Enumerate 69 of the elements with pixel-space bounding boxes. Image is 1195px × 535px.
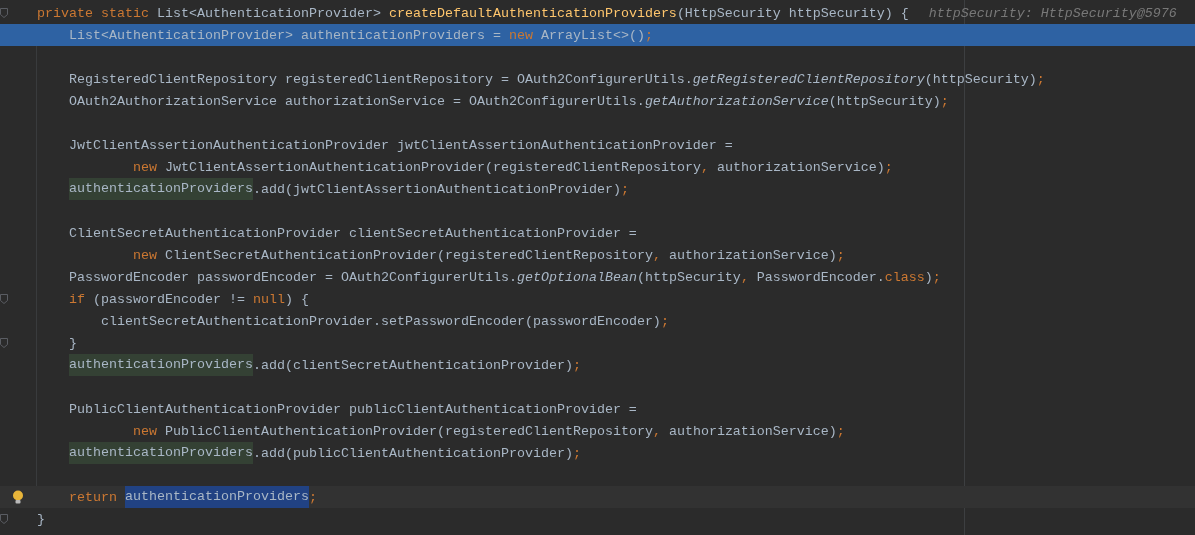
fold-icon[interactable] [0, 338, 8, 348]
code-text: OAuth2AuthorizationService authorizationService = OAuth2ConfigurerUtils. [69, 93, 645, 109]
code-text: } [69, 335, 77, 351]
punctuation: , [740, 269, 749, 285]
keyword-text: new [508, 27, 533, 43]
code-text: JwtClientAssertionAuthenticationProvider(registeredClientRepository [164, 159, 701, 175]
code-text: authorizationService) [715, 159, 885, 175]
code-text: (httpSecurity [636, 269, 741, 285]
lightbulb-icon[interactable] [12, 489, 24, 505]
code-text: authorizationService) [667, 423, 837, 439]
code-text: (httpSecurity) [924, 71, 1037, 87]
punctuation: ; [572, 357, 581, 373]
code-text: ) [924, 269, 933, 285]
selected-text: authenticationProviders [125, 486, 309, 508]
code-text: ArrayList<>() [539, 27, 645, 43]
keyword-text: new [133, 423, 157, 439]
punctuation: ; [1036, 71, 1045, 87]
usage-highlight: authenticationProviders [69, 178, 253, 200]
method-call: getRegisteredClientRepository [692, 71, 925, 87]
code-text: } [37, 511, 45, 527]
usage-highlight: authenticationProviders [69, 354, 253, 376]
code-editor[interactable] [0, 0, 1195, 535]
keyword-text: return [69, 489, 117, 505]
keyword-text: new [133, 159, 157, 175]
punctuation: ; [884, 159, 893, 175]
fold-icon[interactable] [0, 8, 8, 18]
code-text: .add(publicClientAuthenticationProvider) [252, 445, 573, 461]
punctuation: , [700, 159, 709, 175]
code-text: ) { [284, 291, 309, 307]
code-text: ClientSecretAuthenticationProvider clientSecretAuthenticationProvider = [69, 225, 637, 241]
punctuation: ; [836, 247, 845, 263]
code-text: PublicClientAuthenticationProvider publicClientAuthenticationProvider = [69, 401, 637, 417]
usage-highlight: authenticationProviders [69, 442, 253, 464]
code-text: .add(clientSecretAuthenticationProvider) [252, 357, 573, 373]
code-text: (HttpSecurity httpSecurity) { [676, 5, 909, 21]
punctuation: ; [308, 489, 317, 505]
punctuation: ; [932, 269, 941, 285]
punctuation: ; [620, 181, 629, 197]
punctuation: , [652, 423, 661, 439]
keyword-text: if [69, 291, 85, 307]
keyword-text: class [884, 269, 925, 285]
code-text: PasswordEncoder. [755, 269, 885, 285]
code-text: List<AuthenticationProvider> authenticationProviders = [69, 27, 502, 43]
code-text: ClientSecretAuthenticationProvider(registeredClientRepository [164, 247, 653, 263]
fold-icon[interactable] [0, 294, 8, 304]
punctuation: ; [940, 93, 949, 109]
keyword-text: private static [37, 5, 150, 21]
method-name: createDefaultAuthenticationProviders [388, 5, 677, 21]
keyword-text: null [252, 291, 285, 307]
method-call: getOptionalBean [516, 269, 637, 285]
punctuation: , [652, 247, 661, 263]
code-text: List<AuthenticationProvider> [157, 5, 382, 21]
code-text: clientSecretAuthenticationProvider.setPasswordEncoder(passwordEncoder) [101, 313, 661, 329]
code-text: PublicClientAuthenticationProvider(registeredClientRepository [164, 423, 653, 439]
code-text: (passwordEncoder != [92, 291, 246, 307]
code-text: authorizationService) [667, 247, 837, 263]
code-text: RegisteredClientRepository registeredClientRepository = OAuth2ConfigurerUtils. [69, 71, 693, 87]
code-text: PasswordEncoder passwordEncoder = OAuth2ConfigurerUtils. [69, 269, 517, 285]
code-text: JwtClientAssertionAuthenticationProvider jwtClientAssertionAuthenticationProvider = [69, 137, 733, 153]
method-call: getAuthorizationService [644, 93, 829, 109]
code-text: (httpSecurity) [828, 93, 941, 109]
fold-icon[interactable] [0, 514, 8, 524]
punctuation: ; [644, 27, 653, 43]
code-text: .add(jwtClientAssertionAuthenticationProvider) [252, 181, 621, 197]
keyword-text: new [133, 247, 157, 263]
punctuation: ; [660, 313, 669, 329]
inline-hint: httpSecurity: HttpSecurity@5976 [928, 5, 1177, 21]
punctuation: ; [572, 445, 581, 461]
punctuation: ; [836, 423, 845, 439]
